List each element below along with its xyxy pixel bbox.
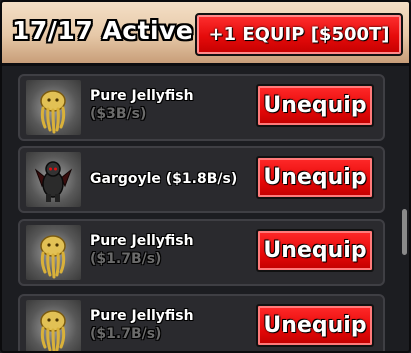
equip-slot-button[interactable]: +1 EQUIP [$500T]	[195, 13, 403, 56]
jellyfish-icon	[26, 80, 81, 135]
pet-card: Pure Jellyfish ($1.7B/s) Unequip	[18, 294, 385, 351]
unequip-button[interactable]: Unequip	[256, 229, 374, 272]
pet-name: Gargoyle ($1.8B/s)	[90, 171, 238, 187]
jellyfish-icon	[26, 300, 81, 351]
pet-rate: ($3B/s)	[90, 106, 147, 122]
pet-name: Pure Jellyfish	[90, 233, 194, 249]
equipped-pets-panel: 17/17 Active +1 EQUIP [$500T] Pure Jelly…	[0, 0, 411, 353]
unequip-button[interactable]: Unequip	[256, 304, 374, 347]
gargoyle-icon	[26, 152, 81, 207]
pet-rate: ($1.7B/s)	[90, 326, 162, 342]
unequip-button[interactable]: Unequip	[256, 84, 374, 127]
pet-card: Gargoyle ($1.8B/s) Unequip	[18, 146, 385, 213]
pet-rate: ($1.7B/s)	[90, 251, 162, 267]
panel-header: 17/17 Active +1 EQUIP [$500T]	[2, 2, 409, 66]
pet-card: Pure Jellyfish ($3B/s) Unequip	[18, 74, 385, 141]
equipped-pets-list[interactable]: Pure Jellyfish ($3B/s) Unequip Gargoyle …	[2, 66, 409, 351]
unequip-button[interactable]: Unequip	[256, 156, 374, 199]
pet-name: Pure Jellyfish	[90, 88, 194, 104]
list-scrollbar[interactable]	[402, 209, 407, 255]
active-count-label: 17/17 Active	[12, 16, 194, 45]
pet-name: Pure Jellyfish	[90, 308, 194, 324]
jellyfish-icon	[26, 225, 81, 280]
pet-card: Pure Jellyfish ($1.7B/s) Unequip	[18, 219, 385, 286]
